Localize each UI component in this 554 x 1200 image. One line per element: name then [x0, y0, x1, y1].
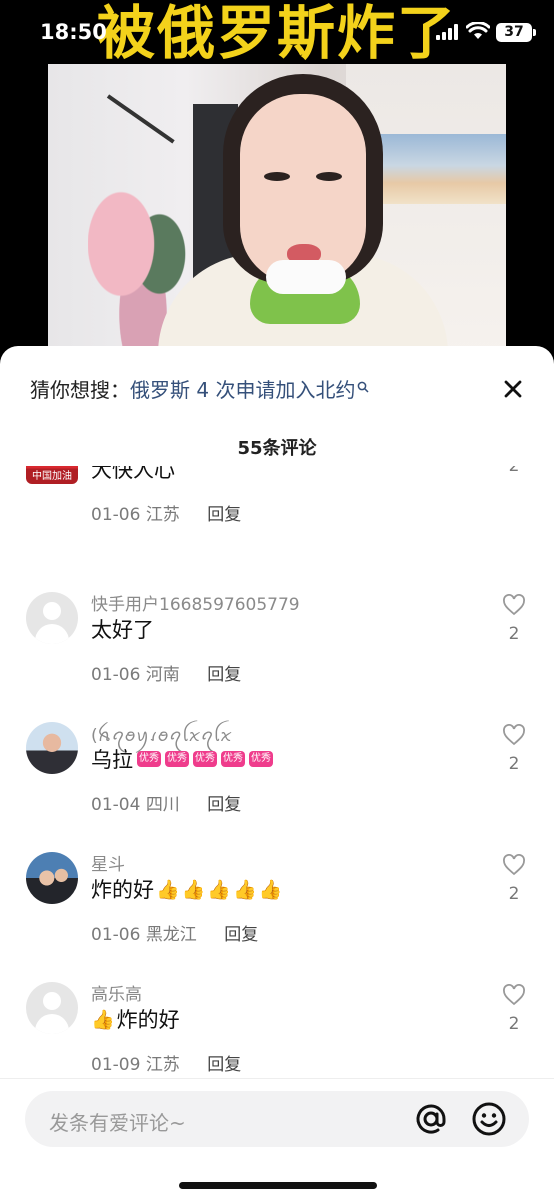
- comment-location: 黑龙江: [145, 925, 197, 945]
- heart-outline-icon[interactable]: [502, 724, 526, 746]
- comment-text[interactable]: 炸的好 👍 👍 👍 👍 👍: [91, 874, 282, 904]
- comment-username[interactable]: 星斗: [91, 850, 125, 875]
- comment-date: 01-06: [91, 505, 141, 525]
- suggestion-query-link[interactable]: 俄罗斯 4 次申请加入北约: [130, 378, 355, 402]
- wifi-icon: [466, 22, 490, 39]
- thumbs-up-emoji: 👍: [258, 878, 283, 901]
- thumbs-up-emoji: 👍: [233, 878, 257, 901]
- avatar-caption: 中国加油: [32, 471, 72, 482]
- comment-location: 江苏: [145, 1055, 180, 1075]
- comment-date: 01-06: [91, 925, 141, 945]
- heart-outline-icon[interactable]: [502, 594, 526, 616]
- reply-button[interactable]: 回复: [207, 795, 241, 815]
- comment-meta: 01-06 黑龙江 回复: [91, 920, 258, 945]
- comment-location: 河南: [145, 665, 180, 685]
- reply-button[interactable]: 回复: [224, 925, 258, 945]
- like-count: 2: [508, 624, 520, 644]
- badge-icon: 优秀: [137, 751, 161, 767]
- comment-text[interactable]: 太好了: [91, 614, 154, 644]
- video-frame: [48, 64, 506, 364]
- comment-username[interactable]: 高乐高: [91, 980, 142, 1005]
- comment-input-placeholder: 发条有爱评论~: [49, 1111, 186, 1135]
- comment-username[interactable]: 快手用户1668597605779: [91, 590, 300, 615]
- avatar[interactable]: [26, 592, 78, 644]
- badge-icon: 优秀: [249, 751, 273, 767]
- avatar[interactable]: [26, 982, 78, 1034]
- smiley-icon[interactable]: [471, 1101, 507, 1137]
- search-icon: [358, 381, 369, 393]
- avatar[interactable]: [26, 852, 78, 904]
- home-indicator: [179, 1182, 377, 1189]
- thumbs-up-emoji: 👍: [91, 1008, 115, 1031]
- comment-item: (ꫝꪖꪮꪗꪹꪮꪖꪶꪎꪖꪶꪎ 乌拉 优秀 优秀 优秀 优秀 优秀 01-04 四川…: [0, 722, 554, 852]
- thumbs-up-emoji: 👍: [156, 878, 180, 901]
- comment-date: 01-06: [91, 665, 141, 685]
- comment-date: 01-09: [91, 1055, 141, 1075]
- battery-icon: 37: [496, 23, 536, 42]
- comment-date: 01-04: [91, 795, 141, 815]
- comment-location: 江苏: [145, 505, 180, 525]
- status-bar: 18:50 37: [0, 0, 554, 64]
- comment-input[interactable]: 发条有爱评论~: [25, 1091, 529, 1147]
- like-count: 2: [508, 884, 520, 904]
- comment-meta: 01-06 河南 回复: [91, 660, 241, 685]
- comment-location: 四川: [145, 795, 180, 815]
- badge-icon: 优秀: [193, 751, 217, 767]
- comment-text[interactable]: 大快人心: [91, 466, 175, 484]
- person-in-video: [158, 64, 448, 364]
- heart-outline-icon[interactable]: [502, 854, 526, 876]
- avatar[interactable]: [26, 722, 78, 774]
- reply-button[interactable]: 回复: [207, 505, 241, 525]
- suggestion-prefix: 猜你想搜：: [30, 378, 130, 402]
- comment-text[interactable]: 👍 炸的好: [91, 1004, 180, 1034]
- reply-button[interactable]: 回复: [207, 1055, 241, 1075]
- avatar[interactable]: 中国加油: [26, 466, 78, 484]
- like-count: 2: [508, 1014, 520, 1034]
- comment-text[interactable]: 乌拉 优秀 优秀 优秀 优秀 优秀: [91, 744, 273, 774]
- like-count: 2: [508, 466, 520, 476]
- badge-icon: 优秀: [221, 751, 245, 767]
- comment-item: 中国加油 大快人心 01-06 江苏 回复 2: [0, 466, 554, 562]
- like-count: 2: [508, 754, 520, 774]
- comment-meta: 01-09 江苏 回复: [91, 1050, 241, 1075]
- cellular-signal-icon: [436, 24, 458, 40]
- comment-count-title: 55条评论: [237, 438, 317, 459]
- comment-meta: 01-04 四川 回复: [91, 790, 241, 815]
- comment-list[interactable]: 中国加油 大快人心 01-06 江苏 回复 2 快手用户166859760577…: [0, 466, 554, 1076]
- comment-item: 快手用户1668597605779 太好了 01-06 河南 回复 2: [0, 592, 554, 722]
- thumbs-up-emoji: 👍: [207, 878, 232, 901]
- badge-icon: 优秀: [165, 751, 189, 767]
- comment-item: 星斗 炸的好 👍 👍 👍 👍 👍 01-06 黑龙江 回复 2: [0, 852, 554, 982]
- reply-button[interactable]: 回复: [207, 665, 241, 685]
- thumbs-up-emoji: 👍: [181, 878, 206, 901]
- comment-meta: 01-06 江苏 回复: [91, 500, 241, 525]
- comment-item: 高乐高 👍 炸的好 01-09 江苏 回复 2: [0, 982, 554, 1076]
- search-suggestion[interactable]: 猜你想搜：俄罗斯 4 次申请加入北约: [30, 374, 369, 403]
- at-icon[interactable]: [413, 1101, 449, 1137]
- heart-outline-icon[interactable]: [502, 984, 526, 1006]
- status-time: 18:50: [40, 20, 107, 44]
- comment-input-bar: 发条有爱评论~: [0, 1078, 554, 1200]
- comment-sheet: 猜你想搜：俄罗斯 4 次申请加入北约 55条评论 中国加油 大快人心 01-06…: [0, 346, 554, 1200]
- close-icon[interactable]: [498, 374, 528, 404]
